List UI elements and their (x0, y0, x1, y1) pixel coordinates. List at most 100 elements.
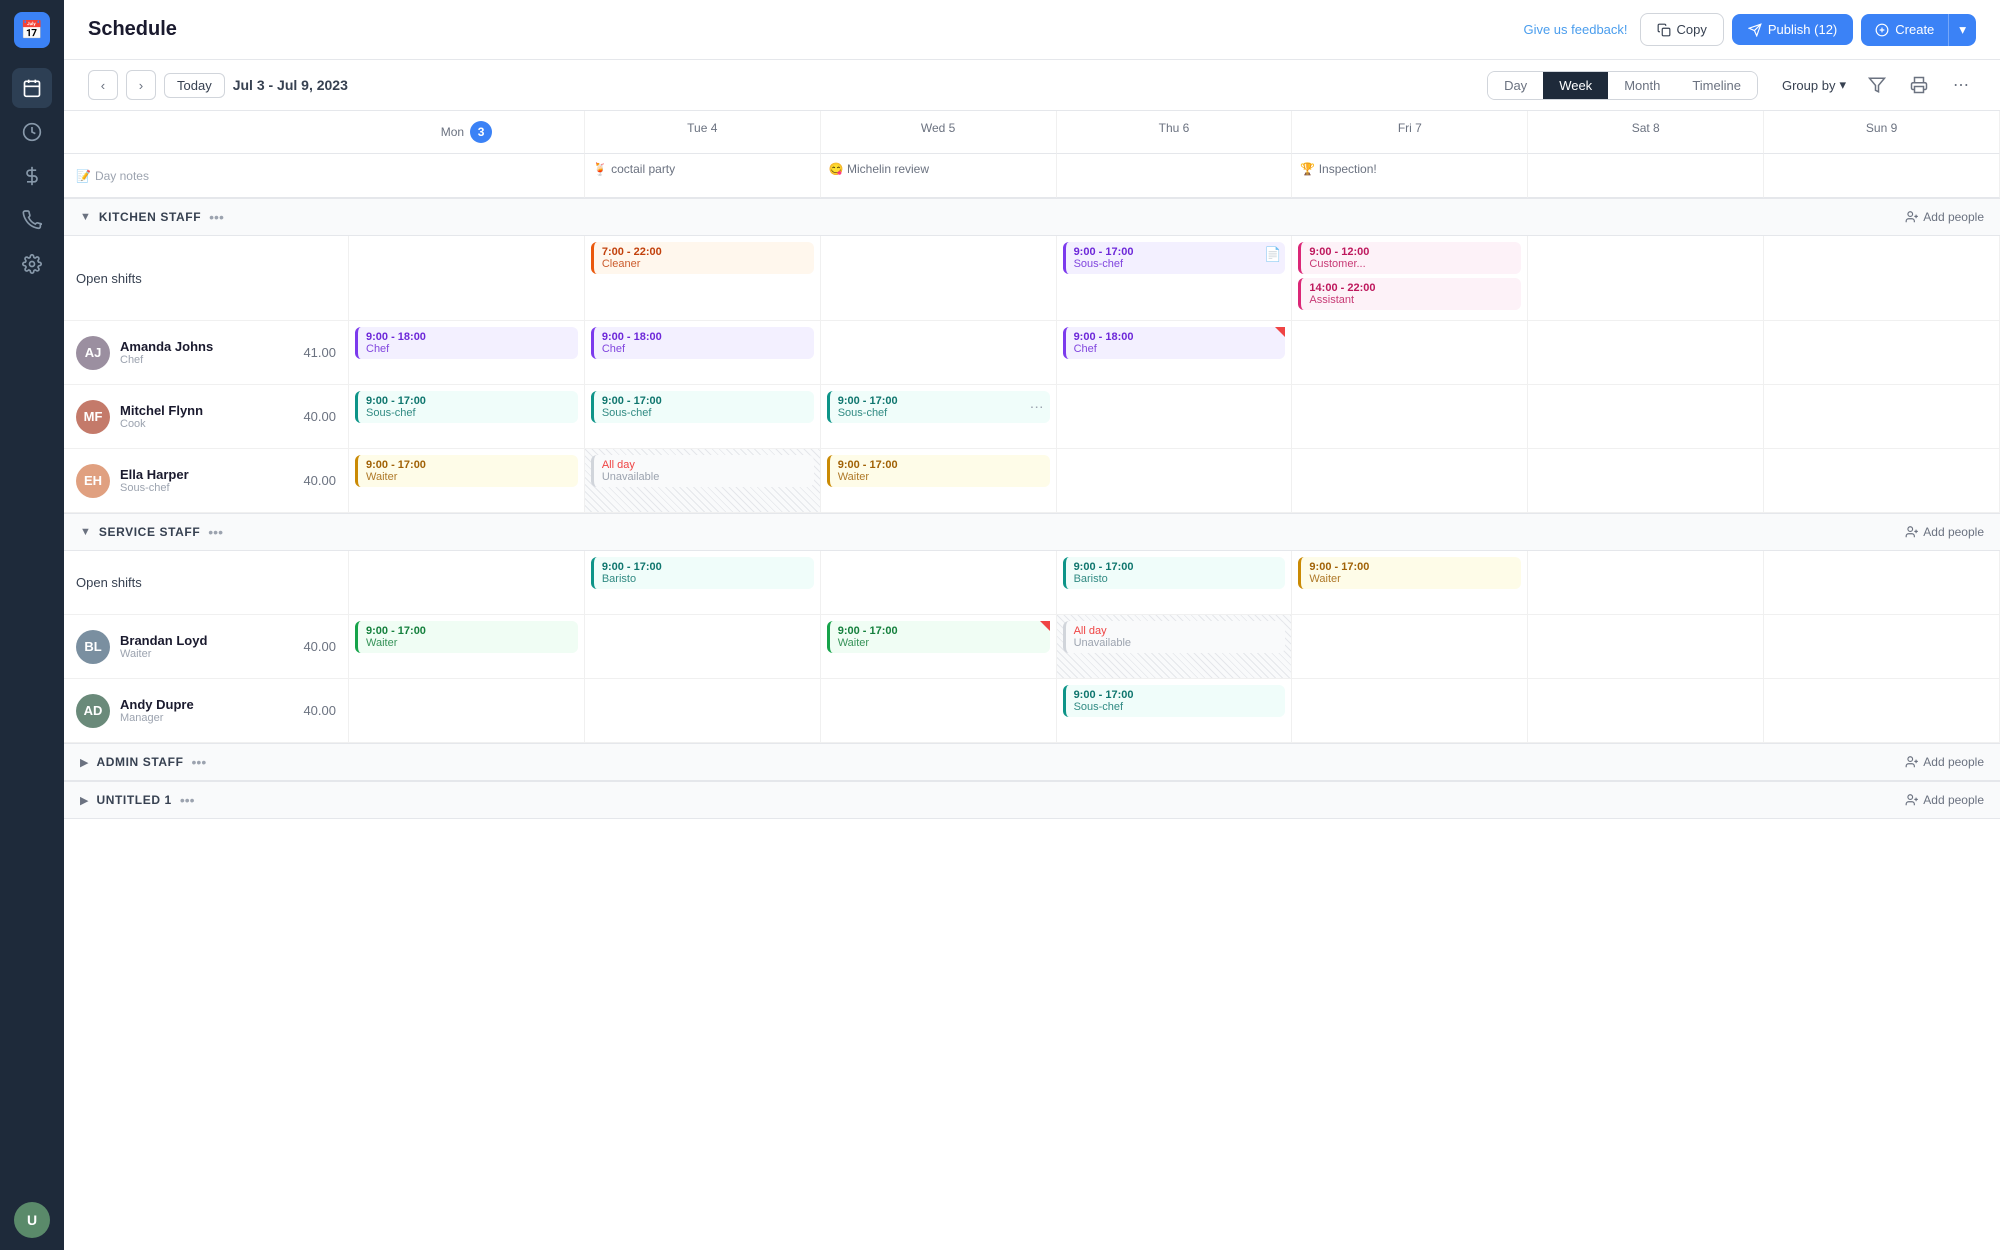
untitled-toggle[interactable]: ▶ (80, 794, 88, 807)
tab-week[interactable]: Week (1543, 72, 1608, 99)
andy-tue[interactable] (585, 679, 821, 743)
admin-menu[interactable]: ••• (192, 754, 207, 770)
feedback-link[interactable]: Give us feedback! (1523, 22, 1627, 37)
mitchel-wed[interactable]: 9:00 - 17:00 Sous-chef ⋯ (821, 385, 1057, 449)
shift-block[interactable]: 9:00 - 12:00 Customer... (1298, 242, 1521, 274)
service-menu[interactable]: ••• (208, 524, 223, 540)
andy-sat[interactable] (1528, 679, 1764, 743)
shift-block[interactable]: 9:00 - 18:00 Chef (591, 327, 814, 359)
create-dropdown-button[interactable]: ▾ (1948, 14, 1976, 46)
shift-block[interactable]: 9:00 - 17:00 Waiter (355, 621, 578, 653)
mitchel-sat[interactable] (1528, 385, 1764, 449)
filter-button[interactable] (1862, 70, 1892, 100)
brandan-wed[interactable]: 9:00 - 17:00 Waiter (821, 615, 1057, 679)
amanda-thu[interactable]: 9:00 - 18:00 Chef (1057, 321, 1293, 385)
shift-block[interactable]: 9:00 - 17:00 Waiter (355, 455, 578, 487)
untitled-menu[interactable]: ••• (180, 792, 195, 808)
service-open-thu[interactable]: 9:00 - 17:00 Baristo (1057, 551, 1293, 615)
brandan-tue[interactable] (585, 615, 821, 679)
sidebar-item-travel[interactable] (12, 200, 52, 240)
shift-block[interactable]: 9:00 - 17:00 Waiter (827, 621, 1050, 653)
more-options-button[interactable]: ⋯ (1946, 70, 1976, 100)
andy-thu[interactable]: 9:00 - 17:00 Sous-chef (1057, 679, 1293, 743)
kitchen-open-tue[interactable]: 7:00 - 22:00 Cleaner (585, 236, 821, 321)
service-open-sun[interactable] (1764, 551, 2000, 615)
user-avatar[interactable]: U (14, 1202, 50, 1238)
mitchel-sun[interactable] (1764, 385, 2000, 449)
admin-add-people[interactable]: Add people (1905, 755, 1984, 769)
amanda-mon[interactable]: 9:00 - 18:00 Chef (349, 321, 585, 385)
mitchel-thu[interactable] (1057, 385, 1293, 449)
day-notes-tue[interactable]: 🍹 coctail party (585, 154, 821, 198)
shift-block[interactable]: 9:00 - 18:00 Chef (1063, 327, 1286, 359)
andy-sun[interactable] (1764, 679, 2000, 743)
service-open-tue[interactable]: 9:00 - 17:00 Baristo (585, 551, 821, 615)
ella-sun[interactable] (1764, 449, 2000, 513)
kitchen-open-thu[interactable]: 9:00 - 17:00 Sous-chef 📄 (1057, 236, 1293, 321)
sidebar-item-settings[interactable] (12, 244, 52, 284)
shift-block[interactable]: 9:00 - 17:00 Sous-chef 📄 (1063, 242, 1286, 274)
brandan-sat[interactable] (1528, 615, 1764, 679)
app-logo[interactable]: 📅 (14, 12, 50, 48)
kitchen-open-fri[interactable]: 9:00 - 12:00 Customer... 14:00 - 22:00 A… (1292, 236, 1528, 321)
andy-mon[interactable] (349, 679, 585, 743)
service-open-mon[interactable] (349, 551, 585, 615)
service-open-fri[interactable]: 9:00 - 17:00 Waiter (1292, 551, 1528, 615)
kitchen-add-people[interactable]: Add people (1905, 210, 1984, 224)
admin-toggle[interactable]: ▶ (80, 756, 88, 769)
shift-block[interactable]: 9:00 - 17:00 Waiter (827, 455, 1050, 487)
shift-block[interactable]: 9:00 - 17:00 Sous-chef (591, 391, 814, 423)
today-button[interactable]: Today (164, 73, 225, 98)
group-by-dropdown[interactable]: Group by ▾ (1782, 77, 1846, 93)
brandan-fri[interactable] (1292, 615, 1528, 679)
kitchen-open-mon[interactable] (349, 236, 585, 321)
ella-tue[interactable]: All day Unavailable (585, 449, 821, 513)
andy-fri[interactable] (1292, 679, 1528, 743)
kitchen-toggle[interactable]: ▼ (80, 211, 91, 223)
tab-day[interactable]: Day (1488, 72, 1543, 99)
amanda-fri[interactable] (1292, 321, 1528, 385)
tab-month[interactable]: Month (1608, 72, 1676, 99)
shift-block[interactable]: 9:00 - 18:00 Chef (355, 327, 578, 359)
prev-week-button[interactable]: ‹ (88, 70, 118, 100)
mitchel-fri[interactable] (1292, 385, 1528, 449)
ella-wed[interactable]: 9:00 - 17:00 Waiter (821, 449, 1057, 513)
kitchen-open-wed[interactable] (821, 236, 1057, 321)
mitchel-tue[interactable]: 9:00 - 17:00 Sous-chef (585, 385, 821, 449)
untitled-add-people[interactable]: Add people (1905, 793, 1984, 807)
kitchen-open-sun[interactable] (1764, 236, 2000, 321)
ella-thu[interactable] (1057, 449, 1293, 513)
service-open-sat[interactable] (1528, 551, 1764, 615)
service-open-wed[interactable] (821, 551, 1057, 615)
amanda-tue[interactable]: 9:00 - 18:00 Chef (585, 321, 821, 385)
amanda-sat[interactable] (1528, 321, 1764, 385)
ella-mon[interactable]: 9:00 - 17:00 Waiter (349, 449, 585, 513)
andy-wed[interactable] (821, 679, 1057, 743)
create-button[interactable]: Create (1861, 14, 1948, 46)
tab-timeline[interactable]: Timeline (1676, 72, 1757, 99)
day-notes-fri[interactable]: 🏆 Inspection! (1292, 154, 1528, 198)
day-notes-sat[interactable] (1528, 154, 1764, 198)
print-button[interactable] (1904, 70, 1934, 100)
day-notes-thu[interactable] (1057, 154, 1293, 198)
brandan-thu[interactable]: All day Unavailable (1057, 615, 1293, 679)
mitchel-mon[interactable]: 9:00 - 17:00 Sous-chef (349, 385, 585, 449)
shift-block[interactable]: 9:00 - 17:00 Waiter (1298, 557, 1521, 589)
shift-block[interactable]: 7:00 - 22:00 Cleaner (591, 242, 814, 274)
shift-block[interactable]: 9:00 - 17:00 Baristo (591, 557, 814, 589)
shift-block[interactable]: 9:00 - 17:00 Sous-chef (1063, 685, 1286, 717)
ella-fri[interactable] (1292, 449, 1528, 513)
shift-block[interactable]: 9:00 - 17:00 Baristo (1063, 557, 1286, 589)
shift-block[interactable]: 9:00 - 17:00 Sous-chef (355, 391, 578, 423)
day-notes-sun[interactable] (1764, 154, 2000, 198)
day-notes-mon[interactable] (349, 154, 585, 198)
ella-sat[interactable] (1528, 449, 1764, 513)
next-week-button[interactable]: › (126, 70, 156, 100)
service-toggle[interactable]: ▼ (80, 526, 91, 538)
sidebar-item-billing[interactable] (12, 156, 52, 196)
sidebar-item-schedule[interactable] (12, 68, 52, 108)
amanda-wed[interactable] (821, 321, 1057, 385)
kitchen-menu[interactable]: ••• (209, 209, 224, 225)
shift-block-2[interactable]: 14:00 - 22:00 Assistant (1298, 278, 1521, 310)
copy-button[interactable]: Copy (1640, 13, 1724, 46)
